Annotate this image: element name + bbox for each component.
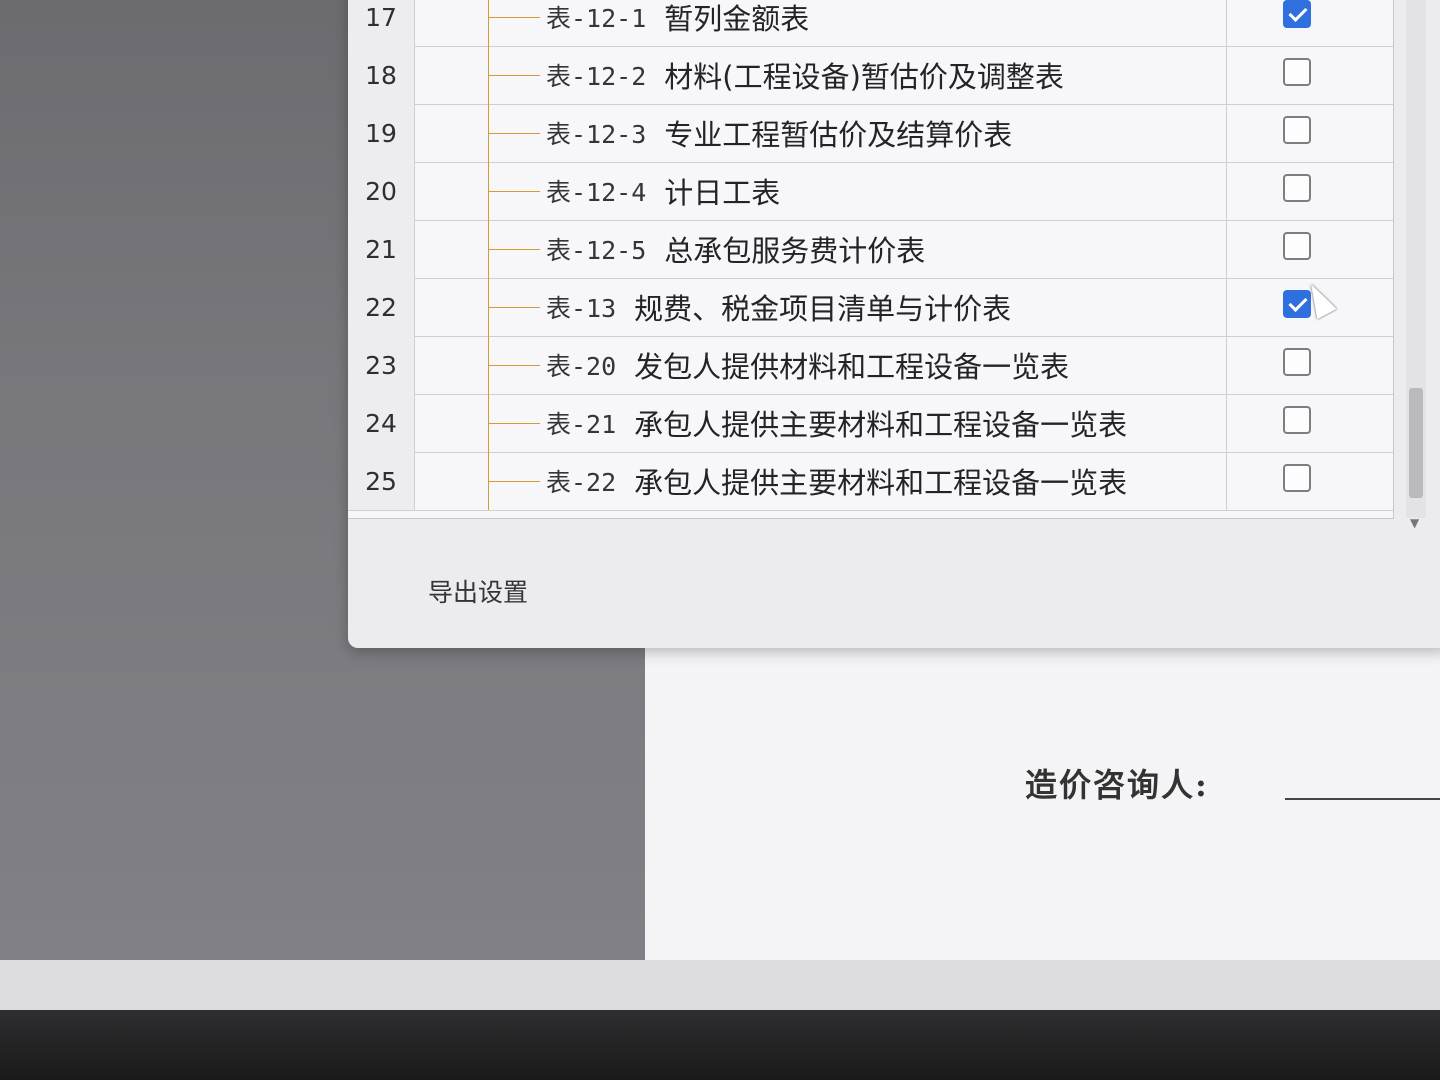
tree-branch — [488, 191, 540, 192]
table-row[interactable]: 17 表-12-1 暂列金额表 — [348, 0, 1393, 47]
report-name: 表-12-4 计日工表 — [546, 162, 780, 220]
report-name: 表-21 承包人提供主要材料和工程设备一览表 — [546, 394, 1127, 452]
report-name: 表-13 规费、税金项目清单与计价表 — [546, 278, 1011, 336]
table-row[interactable]: 22 表-13 规费、税金项目清单与计价表 — [348, 278, 1393, 337]
report-title: 总承包服务费计价表 — [664, 234, 926, 268]
report-code: 表-21 — [546, 410, 617, 439]
report-title: 暂列金额表 — [664, 2, 810, 36]
report-title: 材料(工程设备)暂估价及调整表 — [664, 60, 1064, 94]
monitor-bezel — [0, 1010, 1440, 1080]
report-title: 发包人提供材料和工程设备一览表 — [634, 350, 1070, 384]
report-code: 表-12-1 — [546, 4, 647, 33]
report-code: 表-12-5 — [546, 236, 647, 265]
report-name: 表-12-2 材料(工程设备)暂估价及调整表 — [546, 46, 1064, 104]
tree-branch — [488, 249, 540, 250]
table-row[interactable]: 24 表-21 承包人提供主要材料和工程设备一览表 — [348, 394, 1393, 453]
export-settings-button[interactable]: 导出设置 — [428, 573, 528, 609]
tree-branch — [488, 481, 540, 482]
report-name: 表-12-3 专业工程暂估价及结算价表 — [546, 104, 1012, 162]
row-number: 20 — [348, 162, 415, 220]
report-name: 表-12-5 总承包服务费计价表 — [546, 220, 925, 278]
export-checkbox[interactable] — [1283, 406, 1311, 434]
signature-line — [1285, 798, 1440, 800]
column-divider — [1226, 46, 1227, 104]
report-name: 表-20 发包人提供材料和工程设备一览表 — [546, 336, 1069, 394]
report-code: 表-12-4 — [546, 178, 647, 207]
consultant-label: 造价咨询人: — [1025, 766, 1209, 804]
report-code: 表-12-3 — [546, 120, 647, 149]
export-report-dialog: 17 表-12-1 暂列金额表 18 表-12-2 材料(工程设备)暂估价及调整… — [348, 0, 1440, 648]
report-name: 表-12-1 暂列金额表 — [546, 0, 809, 46]
export-checkbox[interactable] — [1283, 174, 1311, 202]
table-row[interactable]: 23 表-20 发包人提供材料和工程设备一览表 — [348, 336, 1393, 395]
report-code: 表-12-2 — [546, 62, 647, 91]
export-checkbox[interactable] — [1283, 0, 1311, 28]
export-checkbox[interactable] — [1283, 464, 1311, 492]
report-title: 计日工表 — [664, 176, 781, 210]
report-name: 表-22 承包人提供主要材料和工程设备一览表 — [546, 452, 1127, 510]
report-title: 承包人提供主要材料和工程设备一览表 — [634, 466, 1128, 500]
column-divider — [1226, 104, 1227, 162]
table-row[interactable]: 18 表-12-2 材料(工程设备)暂估价及调整表 — [348, 46, 1393, 105]
row-number: 17 — [348, 0, 415, 46]
report-title: 专业工程暂估价及结算价表 — [664, 118, 1013, 152]
column-divider — [1226, 336, 1227, 394]
export-checkbox[interactable] — [1283, 232, 1311, 260]
table-row[interactable]: 21 表-12-5 总承包服务费计价表 — [348, 220, 1393, 279]
tree-branch — [488, 307, 540, 308]
screen: 造价咨询人: 17 表-12-1 暂列金额表 18 表-12-2 材料(工程设备… — [0, 0, 1440, 1010]
row-number: 25 — [348, 452, 415, 510]
row-number: 21 — [348, 220, 415, 278]
report-code: 表-20 — [546, 352, 617, 381]
row-number: 22 — [348, 278, 415, 336]
status-strip — [0, 960, 1440, 1010]
report-list-grid: 17 表-12-1 暂列金额表 18 表-12-2 材料(工程设备)暂估价及调整… — [348, 0, 1394, 519]
table-row[interactable]: 19 表-12-3 专业工程暂估价及结算价表 — [348, 104, 1393, 163]
report-code: 表-22 — [546, 468, 617, 497]
scrollbar-thumb[interactable] — [1409, 388, 1423, 498]
column-divider — [1226, 220, 1227, 278]
row-number: 19 — [348, 104, 415, 162]
column-divider — [1226, 0, 1227, 46]
tree-branch — [488, 133, 540, 134]
column-divider — [1226, 394, 1227, 452]
table-row[interactable]: 25 表-22 承包人提供主要材料和工程设备一览表 — [348, 452, 1393, 511]
export-checkbox[interactable] — [1283, 348, 1311, 376]
report-title: 规费、税金项目清单与计价表 — [634, 292, 1012, 326]
row-number: 18 — [348, 46, 415, 104]
row-number: 24 — [348, 394, 415, 452]
report-code: 表-13 — [546, 294, 617, 323]
column-divider — [1226, 162, 1227, 220]
tree-branch — [488, 423, 540, 424]
export-checkbox[interactable] — [1283, 116, 1311, 144]
column-divider — [1226, 278, 1227, 336]
tree-connector — [488, 0, 489, 46]
table-row[interactable]: 20 表-12-4 计日工表 — [348, 162, 1393, 221]
row-number: 23 — [348, 336, 415, 394]
tree-branch — [488, 75, 540, 76]
export-checkbox[interactable] — [1283, 58, 1311, 86]
column-divider — [1226, 452, 1227, 510]
scroll-down-arrow-icon[interactable]: ▼ — [1410, 516, 1419, 530]
tree-branch — [488, 17, 540, 18]
report-title: 承包人提供主要材料和工程设备一览表 — [634, 408, 1128, 442]
tree-branch — [488, 365, 540, 366]
